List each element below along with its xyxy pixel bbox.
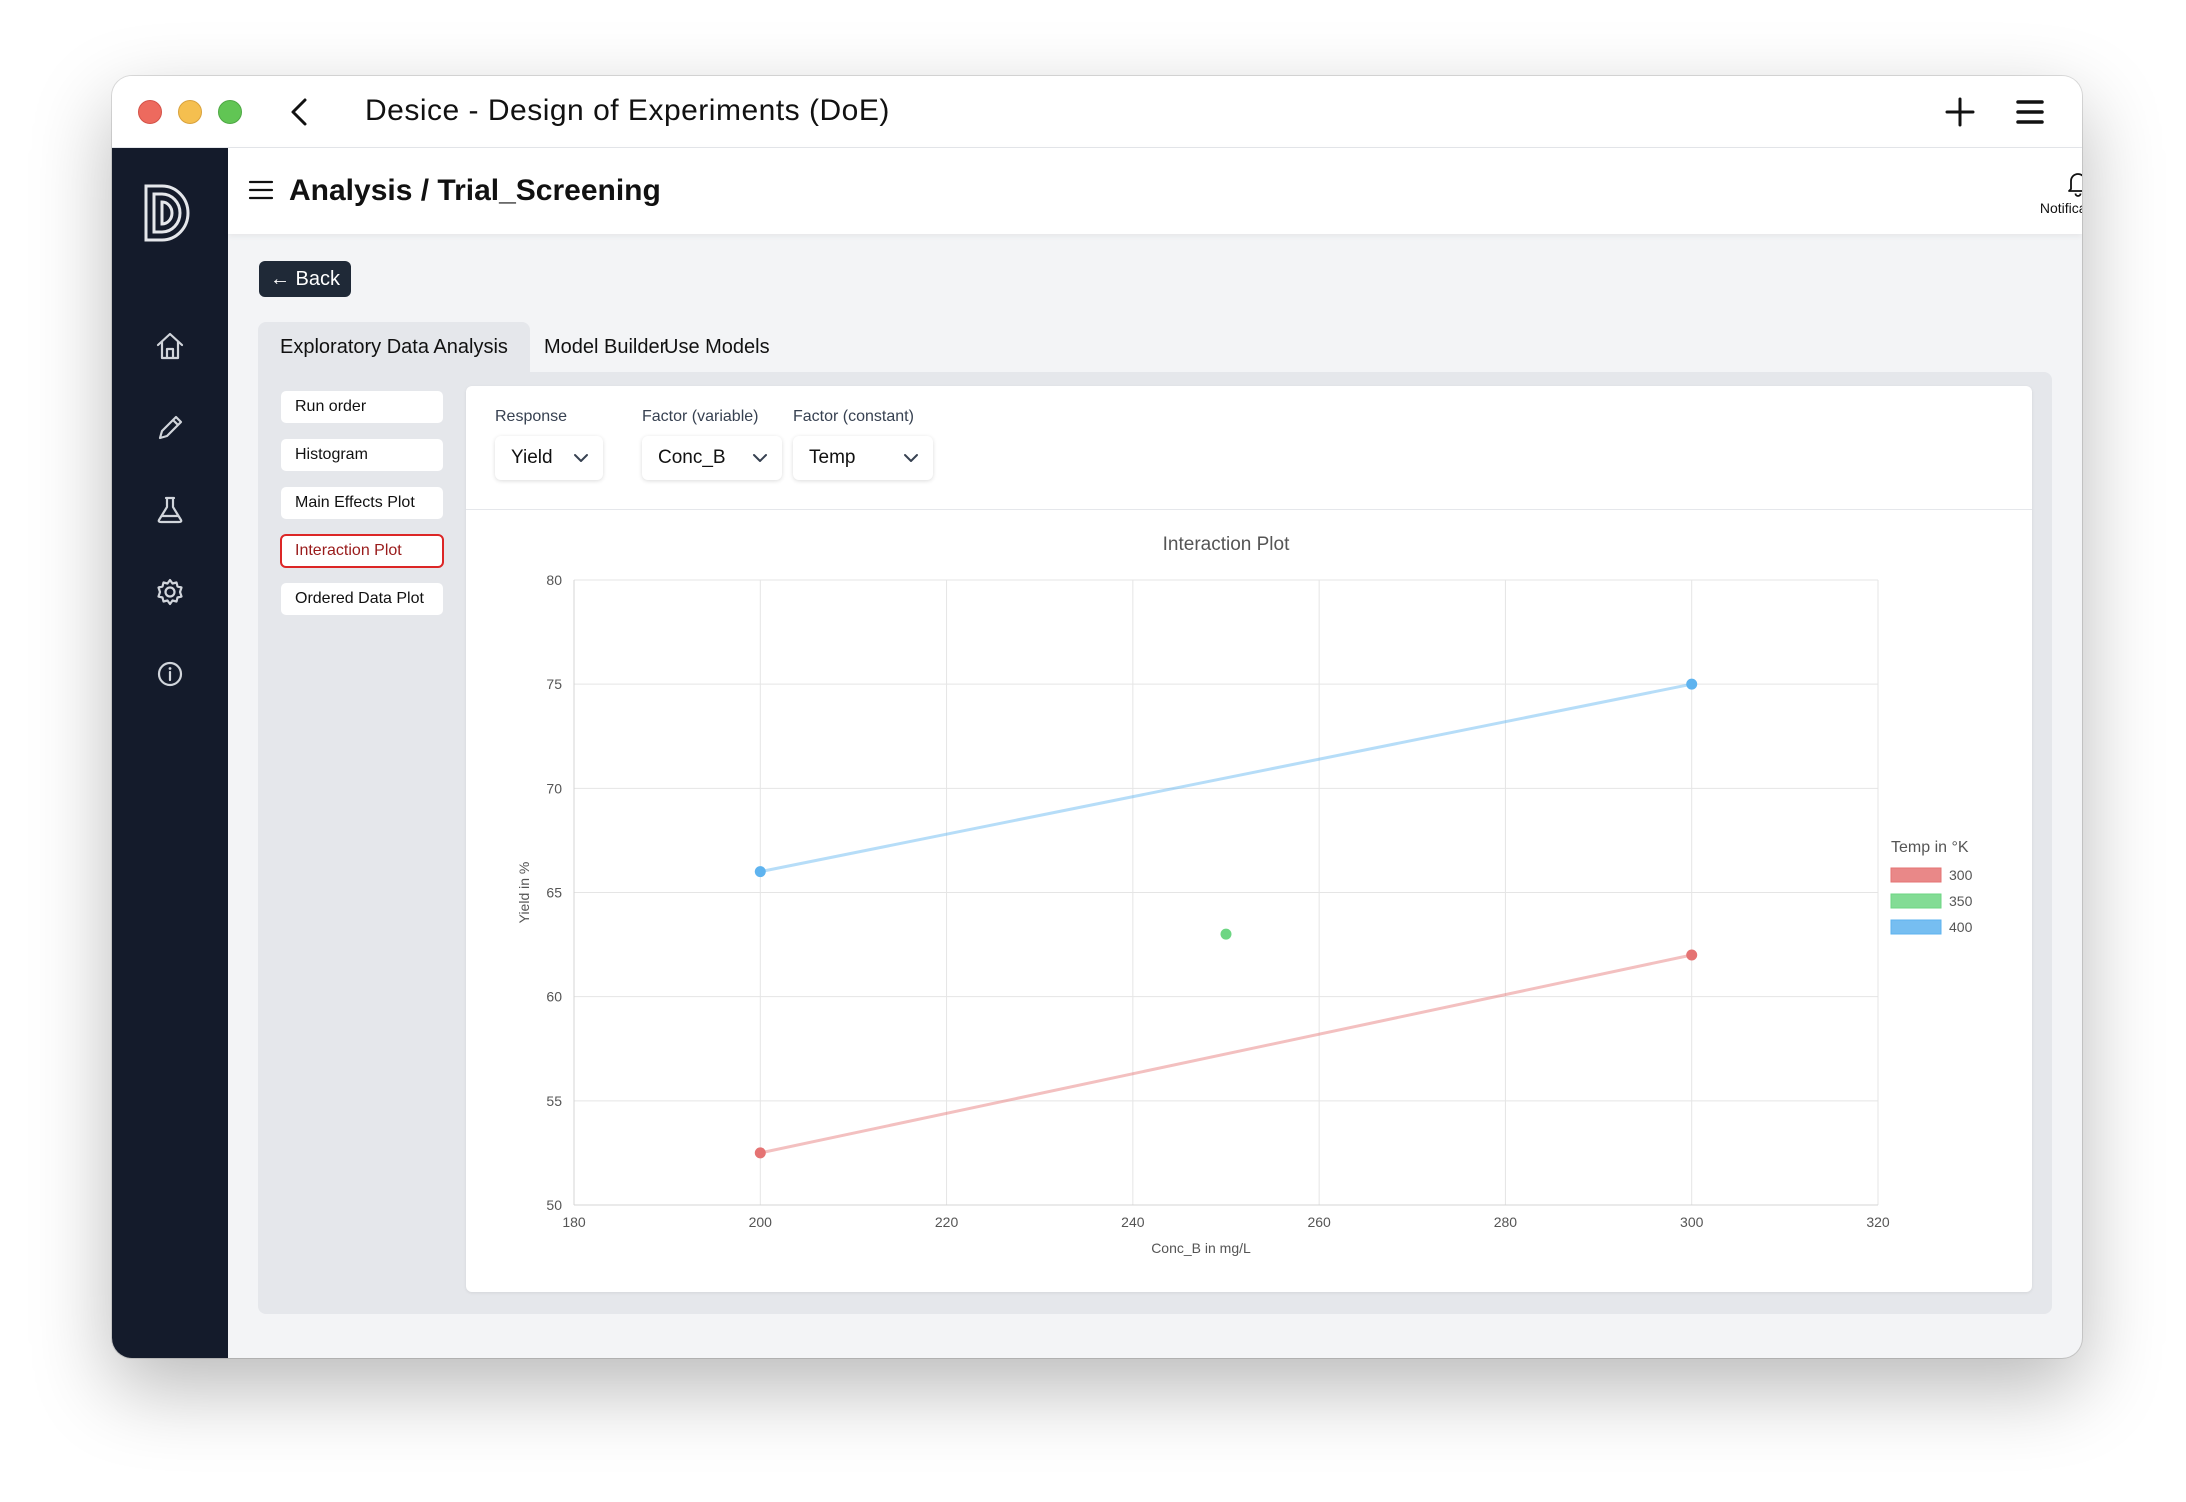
page-title: Analysis / Trial_Screening [289, 174, 661, 207]
info-icon[interactable] [152, 656, 188, 692]
tab-exploratory-data-analysis[interactable]: Exploratory Data Analysis [258, 322, 530, 372]
chevron-left-icon[interactable] [282, 94, 318, 130]
series-line-300 [759, 953, 1693, 1155]
data-point-350 [1220, 928, 1232, 940]
data-point-400 [754, 866, 766, 878]
plot-card: Response Yield Factor (variable) Conc_B … [466, 386, 2032, 1292]
response-value: Yield [511, 447, 553, 468]
factor-variable-select-group: Factor (variable) Conc_B [642, 408, 782, 480]
title-bar: Desice - Design of Experiments (DoE) [112, 76, 2082, 148]
response-select-group: Response Yield [495, 408, 603, 480]
series-line-400 [759, 682, 1693, 874]
interaction-chart: Interaction Plot 180 200 220 240 260 280 300 320… [516, 534, 1973, 1256]
plot-interaction-button[interactable]: Interaction Plot [280, 534, 444, 568]
x-tick-label: 220 [935, 1214, 959, 1230]
gear-icon[interactable] [152, 574, 188, 610]
y-tick-label: 55 [546, 1093, 562, 1109]
plot-histogram-button[interactable]: Histogram [280, 438, 444, 472]
legend-label-350: 350 [1949, 893, 1973, 909]
analysis-panel: Run order Histogram Main Effects Plot In… [258, 372, 2052, 1314]
pencil-icon[interactable] [152, 410, 188, 446]
tab-use-models[interactable]: Use Models [642, 322, 792, 372]
factor-variable-label: Factor (variable) [642, 408, 759, 425]
factor-variable-select[interactable]: Conc_B [642, 436, 782, 480]
home-icon[interactable] [152, 328, 188, 364]
x-tick-label: 240 [1121, 1214, 1145, 1230]
legend-swatch-300 [1890, 867, 1942, 883]
chart-title: Interaction Plot [1163, 534, 1290, 555]
factor-constant-label: Factor (constant) [793, 408, 914, 425]
factor-variable-value: Conc_B [658, 447, 726, 468]
legend-label-400: 400 [1949, 919, 1973, 935]
logo [142, 182, 194, 244]
x-tick-label: 180 [562, 1214, 586, 1230]
legend-label-300: 300 [1949, 867, 1973, 883]
legend-title: Temp in °K [1891, 839, 1969, 856]
chevron-down-icon [753, 454, 767, 462]
hamburger-icon[interactable] [248, 179, 274, 201]
bell-icon [2068, 173, 2082, 197]
factor-constant-value: Temp [809, 447, 856, 468]
y-axis-label: Yield in % [516, 862, 532, 924]
app-header: Analysis / Trial_Screening Notifications… [228, 148, 2082, 234]
factor-constant-select-group: Factor (constant) Temp [793, 408, 933, 480]
response-label: Response [495, 408, 568, 425]
legend-swatch-350 [1890, 893, 1942, 909]
y-tick-label: 75 [546, 676, 562, 692]
legend-swatch-400 [1890, 919, 1942, 935]
x-tick-label: 260 [1307, 1214, 1331, 1230]
analysis-tabs: Exploratory Data Analysis Model Builder … [258, 322, 2052, 372]
plus-icon[interactable] [1942, 94, 1978, 130]
y-tick-label: 60 [546, 989, 562, 1005]
close-window-button[interactable] [138, 100, 162, 124]
back-button[interactable]: ← Back [259, 261, 351, 297]
x-tick-label: 300 [1680, 1214, 1704, 1230]
data-point-400 [1686, 678, 1698, 690]
maximize-window-button[interactable] [218, 100, 242, 124]
x-axis-label: Conc_B in mg/L [1151, 1240, 1251, 1256]
plot-run-order-button[interactable]: Run order [280, 390, 444, 424]
y-tick-label: 65 [546, 885, 562, 901]
minimize-window-button[interactable] [178, 100, 202, 124]
data-point-300 [754, 1147, 766, 1159]
data-point-300 [1686, 949, 1698, 961]
flask-icon[interactable] [152, 492, 188, 528]
sidebar [112, 148, 228, 1358]
plot-ordered-data-button[interactable]: Ordered Data Plot [280, 582, 444, 616]
y-tick-label: 80 [546, 572, 562, 588]
x-tick-label: 200 [749, 1214, 773, 1230]
notifications-button[interactable]: Notifications [2008, 168, 2082, 216]
menu-icon[interactable] [2012, 94, 2048, 130]
y-tick-label: 70 [546, 780, 562, 796]
chevron-down-icon [904, 454, 918, 462]
app-window: Desice - Design of Experiments (DoE) Ana… [112, 76, 2082, 1358]
y-tick-label: 50 [546, 1197, 562, 1213]
plot-options: Response Yield Factor (variable) Conc_B … [466, 386, 2032, 510]
chevron-down-icon [574, 454, 588, 462]
response-select[interactable]: Yield [495, 436, 603, 480]
x-tick-label: 320 [1866, 1214, 1890, 1230]
factor-constant-select[interactable]: Temp [793, 436, 933, 480]
window-title: Desice - Design of Experiments (DoE) [365, 94, 890, 127]
x-tick-label: 280 [1494, 1214, 1518, 1230]
notifications-label: Notifications [2039, 200, 2082, 216]
plot-main-effects-button[interactable]: Main Effects Plot [280, 486, 444, 520]
